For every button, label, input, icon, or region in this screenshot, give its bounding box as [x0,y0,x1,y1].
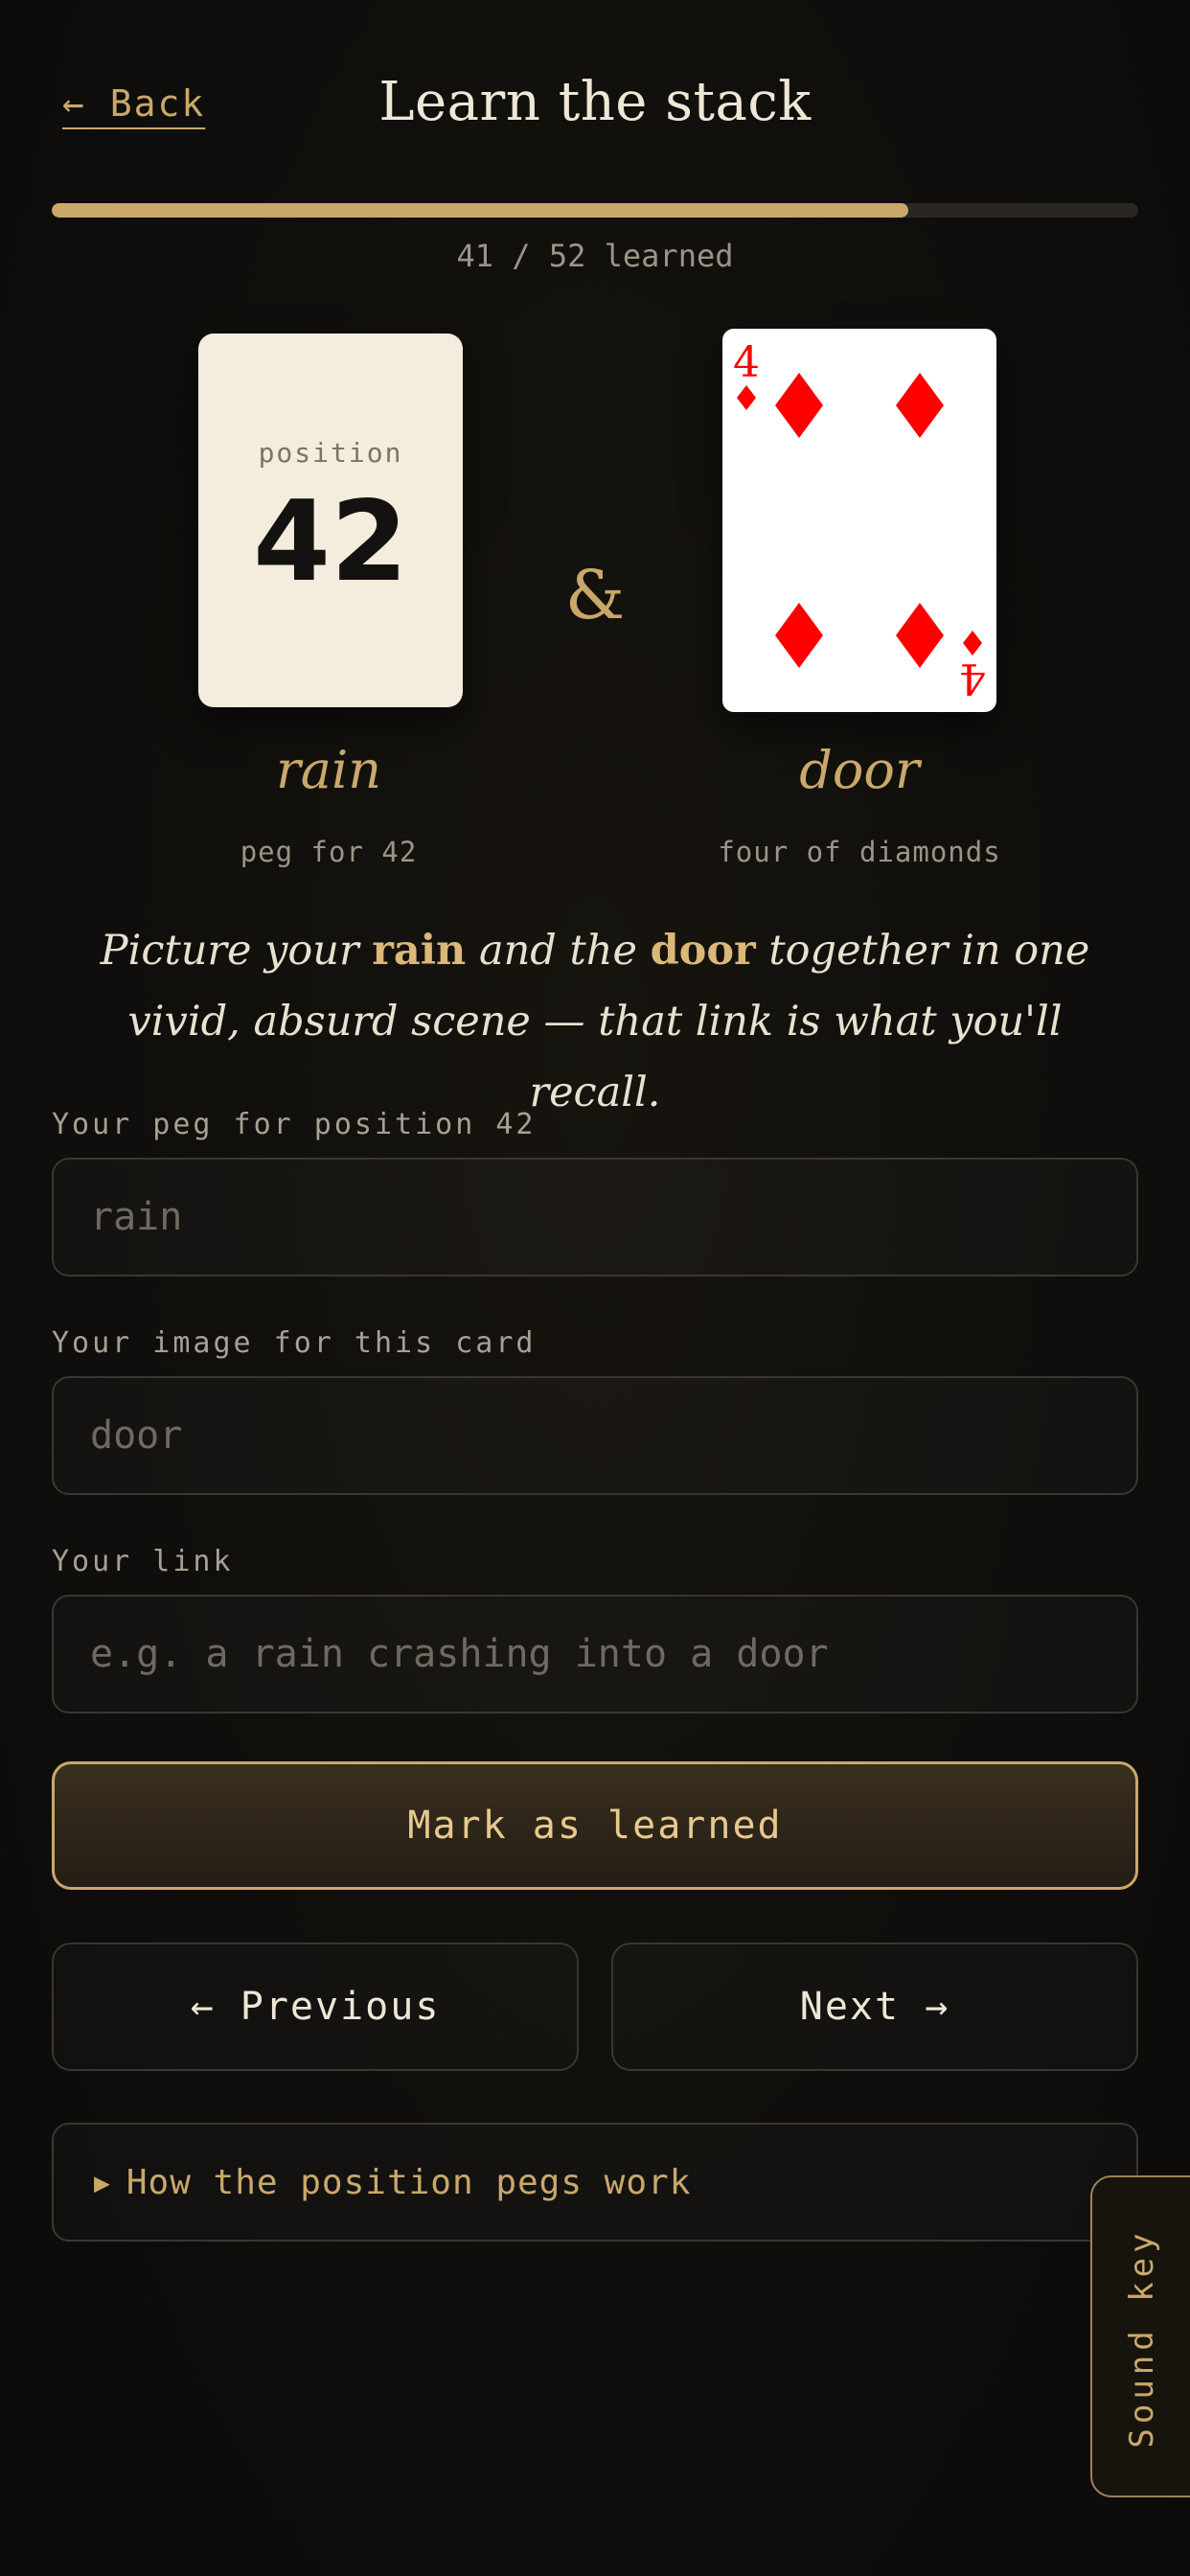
card-pip [775,373,823,438]
peg-word: rain [275,740,382,800]
card-pip [896,373,944,438]
ampersand: & [564,556,626,634]
position-card: position 42 [198,334,463,707]
instruction-part: and the [466,927,651,975]
link-input[interactable] [52,1595,1138,1714]
card-corner-suit-bottom [963,631,982,656]
instruction-peg-word: rain [372,927,467,975]
triangle-right-icon: ▶ [94,2166,111,2198]
sound-key-label: Sound key [1123,2228,1161,2449]
card-caption: four of diamonds [718,836,1001,868]
peg-input[interactable] [52,1158,1138,1276]
link-field-label: Your link [52,1545,234,1578]
next-button[interactable]: Next → [611,1943,1138,2071]
card-image-word: door [799,740,920,800]
playing-card: 4 4 [722,329,996,712]
disclosure-label: How the position pegs work [126,2162,692,2202]
previous-button[interactable]: ← Previous [52,1943,579,2071]
instruction-text: Picture your rain and the door together … [57,915,1133,1128]
card-image-input[interactable] [52,1376,1138,1495]
instruction-part: Picture your [100,927,373,975]
page-title: Learn the stack [378,71,812,133]
four-of-diamonds-face: 4 4 [733,338,986,702]
card-corner-suit-top [737,385,756,410]
progress-bar [52,203,1138,218]
position-pegs-disclosure[interactable]: ▶ How the position pegs work [52,2123,1138,2242]
card-pip [775,603,823,668]
sound-key-tab[interactable]: Sound key [1090,2175,1190,2497]
peg-field-label: Your peg for position 42 [52,1108,537,1141]
position-label: position [258,437,403,469]
card-rank-bottom: 4 [959,654,986,702]
progress-text: 41 / 52 learned [456,238,734,274]
image-field-label: Your image for this card [52,1326,537,1360]
mark-learned-button[interactable]: Mark as learned [52,1761,1138,1890]
instruction-card-word: door [650,927,756,975]
card-rank-top: 4 [733,338,760,387]
peg-caption: peg for 42 [240,836,418,868]
card-pip [896,603,944,668]
progress-fill [52,203,908,218]
